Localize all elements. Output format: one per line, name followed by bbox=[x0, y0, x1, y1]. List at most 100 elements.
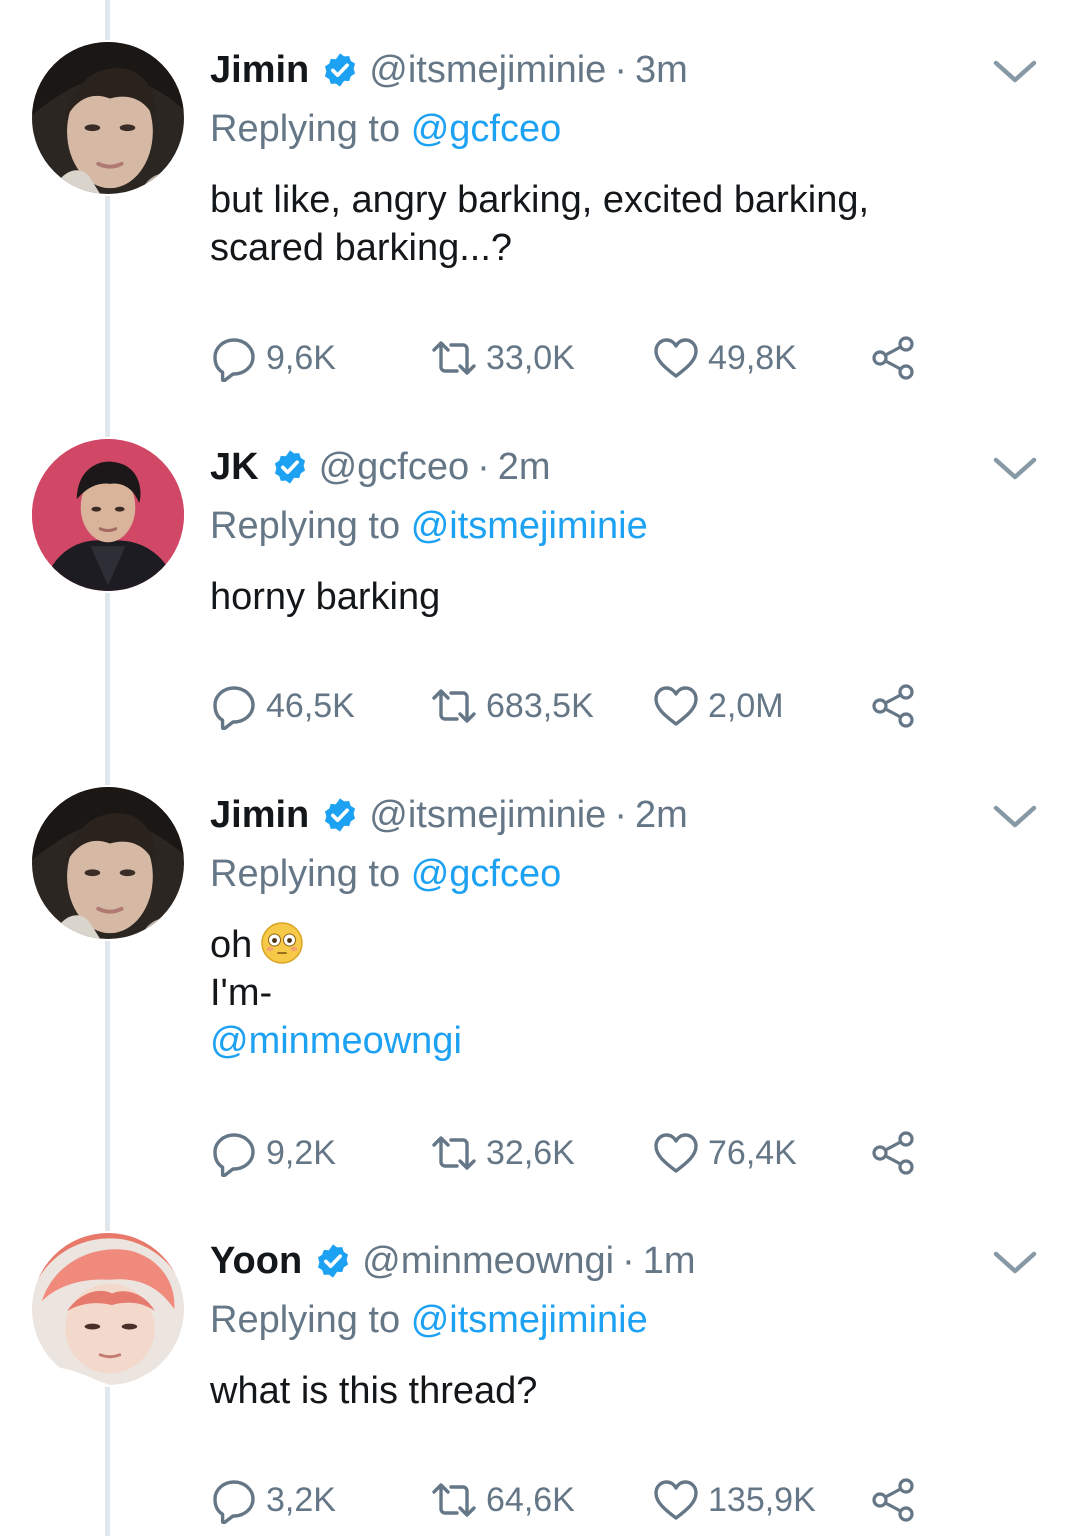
flushed-face-emoji-icon bbox=[260, 921, 304, 965]
reply-icon bbox=[210, 1476, 258, 1524]
retweet-count: 64,6K bbox=[486, 1480, 575, 1519]
share-button[interactable] bbox=[870, 678, 926, 734]
chevron-down-icon[interactable] bbox=[992, 58, 1038, 86]
tweet-1[interactable]: Jimin @itsmejiminie · 3m Replying to @gc… bbox=[0, 40, 1080, 420]
tweet-text: what is this thread? bbox=[210, 1367, 1010, 1415]
separator-dot: · bbox=[477, 445, 490, 488]
tweet-text-line: oh bbox=[210, 921, 1010, 969]
share-button[interactable] bbox=[870, 1125, 926, 1181]
reply-count: 9,6K bbox=[266, 338, 336, 377]
replying-to-label: Replying to bbox=[210, 1299, 401, 1341]
verified-badge-icon bbox=[314, 1242, 352, 1280]
retweet-icon bbox=[430, 1129, 478, 1177]
action-bar: 46,5K 683,5K 2,0M bbox=[210, 678, 930, 734]
tweet-text-line: I'm- bbox=[210, 972, 273, 1014]
avatar[interactable] bbox=[30, 40, 186, 196]
tweet-text-line: horny barking bbox=[210, 576, 441, 618]
timestamp[interactable]: 3m bbox=[635, 49, 688, 92]
retweet-count: 32,6K bbox=[486, 1133, 575, 1172]
share-button[interactable] bbox=[870, 1472, 926, 1528]
retweet-button[interactable]: 33,0K bbox=[430, 330, 575, 386]
reply-button[interactable]: 9,6K bbox=[210, 330, 336, 386]
tweet-text-line: scared barking...? bbox=[210, 227, 513, 269]
verified-badge-icon bbox=[271, 448, 309, 486]
retweet-count: 683,5K bbox=[486, 686, 594, 725]
reply-count: 9,2K bbox=[266, 1133, 336, 1172]
share-button[interactable] bbox=[870, 330, 926, 386]
mention-link[interactable]: @minmeowngi bbox=[210, 1017, 1010, 1065]
heart-icon bbox=[652, 682, 700, 730]
share-icon bbox=[870, 1476, 918, 1524]
display-name[interactable]: JK bbox=[210, 446, 259, 489]
like-button[interactable]: 135,9K bbox=[652, 1472, 816, 1528]
reply-icon bbox=[210, 334, 258, 382]
separator-dot: · bbox=[614, 48, 627, 91]
avatar[interactable] bbox=[30, 437, 186, 593]
replying-to: Replying to @itsmejiminie bbox=[210, 505, 648, 548]
reply-icon bbox=[210, 1129, 258, 1177]
avatar[interactable] bbox=[30, 785, 186, 941]
like-button[interactable]: 49,8K bbox=[652, 330, 797, 386]
username-handle[interactable]: @gcfceo bbox=[319, 446, 470, 489]
chevron-down-icon[interactable] bbox=[992, 455, 1038, 483]
avatar-jimin-icon bbox=[32, 42, 184, 194]
retweet-icon bbox=[430, 1476, 478, 1524]
reply-count: 3,2K bbox=[266, 1480, 336, 1519]
retweet-button[interactable]: 683,5K bbox=[430, 678, 594, 734]
retweet-button[interactable]: 64,6K bbox=[430, 1472, 575, 1528]
heart-icon bbox=[652, 334, 700, 382]
display-name[interactable]: Jimin bbox=[210, 49, 309, 92]
replying-to-mention[interactable]: @gcfceo bbox=[411, 108, 562, 150]
tweet-header: JK @gcfceo · 2m bbox=[210, 437, 551, 497]
replying-to-mention[interactable]: @itsmejiminie bbox=[411, 505, 648, 547]
tweet-header: Jimin @itsmejiminie · 3m bbox=[210, 40, 688, 100]
chevron-down-icon[interactable] bbox=[992, 803, 1038, 831]
like-button[interactable]: 76,4K bbox=[652, 1125, 797, 1181]
reply-count: 46,5K bbox=[266, 686, 355, 725]
heart-icon bbox=[652, 1476, 700, 1524]
avatar-jimin-icon bbox=[32, 787, 184, 939]
replying-to-mention[interactable]: @gcfceo bbox=[411, 853, 562, 895]
replying-to: Replying to @itsmejiminie bbox=[210, 1299, 648, 1342]
retweet-count: 33,0K bbox=[486, 338, 575, 377]
action-bar: 3,2K 64,6K 135,9K bbox=[210, 1472, 930, 1528]
share-icon bbox=[870, 682, 918, 730]
tweet-text-line: what is this thread? bbox=[210, 1370, 538, 1412]
separator-dot: · bbox=[622, 1239, 635, 1282]
display-name[interactable]: Yoon bbox=[210, 1240, 302, 1283]
action-bar: 9,6K 33,0K 49,8K bbox=[210, 330, 930, 386]
username-handle[interactable]: @minmeowngi bbox=[362, 1240, 614, 1283]
like-button[interactable]: 2,0M bbox=[652, 678, 784, 734]
tweet-text: oh I'm- @minmeowngi bbox=[210, 921, 1010, 1065]
tweet-header: Yoon @minmeowngi · 1m bbox=[210, 1231, 696, 1291]
username-handle[interactable]: @itsmejiminie bbox=[369, 49, 606, 92]
tweet-text: horny barking bbox=[210, 573, 1010, 621]
timestamp[interactable]: 2m bbox=[635, 794, 688, 837]
chevron-down-icon[interactable] bbox=[992, 1249, 1038, 1277]
avatar[interactable] bbox=[30, 1231, 186, 1387]
timestamp[interactable]: 2m bbox=[498, 446, 551, 489]
retweet-button[interactable]: 32,6K bbox=[430, 1125, 575, 1181]
tweet-2[interactable]: JK @gcfceo · 2m Replying to @itsmejimini… bbox=[0, 437, 1080, 777]
tweet-text-word: oh bbox=[210, 924, 253, 966]
tweet-4[interactable]: Yoon @minmeowngi · 1m Replying to @itsme… bbox=[0, 1231, 1080, 1536]
reply-button[interactable]: 46,5K bbox=[210, 678, 355, 734]
tweet-3[interactable]: Jimin @itsmejiminie · 2m Replying to @gc… bbox=[0, 785, 1080, 1185]
replying-to-label: Replying to bbox=[210, 505, 401, 547]
share-icon bbox=[870, 334, 918, 382]
retweet-icon bbox=[430, 682, 478, 730]
retweet-icon bbox=[430, 334, 478, 382]
reply-icon bbox=[210, 682, 258, 730]
reply-button[interactable]: 9,2K bbox=[210, 1125, 336, 1181]
display-name[interactable]: Jimin bbox=[210, 794, 309, 837]
replying-to-label: Replying to bbox=[210, 108, 401, 150]
reply-button[interactable]: 3,2K bbox=[210, 1472, 336, 1528]
timestamp[interactable]: 1m bbox=[643, 1240, 696, 1283]
like-count: 76,4K bbox=[708, 1133, 797, 1172]
heart-icon bbox=[652, 1129, 700, 1177]
like-count: 135,9K bbox=[708, 1480, 816, 1519]
replying-to-mention[interactable]: @itsmejiminie bbox=[411, 1299, 648, 1341]
share-icon bbox=[870, 1129, 918, 1177]
username-handle[interactable]: @itsmejiminie bbox=[369, 794, 606, 837]
tweet-text: but like, angry barking, excited barking… bbox=[210, 176, 1010, 272]
